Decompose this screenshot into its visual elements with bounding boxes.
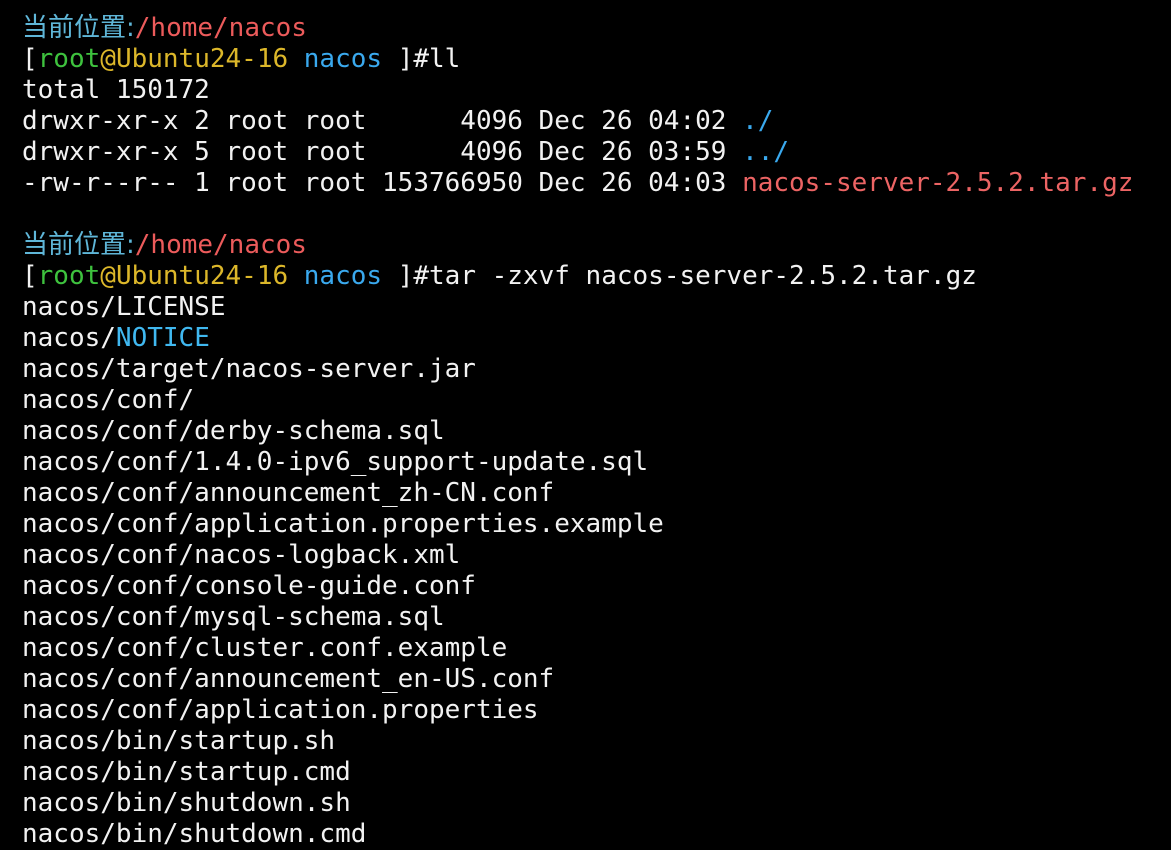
output-line: nacos/conf/cluster.conf.example: [22, 633, 508, 663]
output-line: nacos/conf/application.properties: [22, 695, 539, 725]
command-text: tar -zxvf nacos-server-2.5.2.tar.gz: [429, 261, 977, 291]
prompt-open-bracket: [: [22, 44, 38, 74]
output-line: nacos/conf/mysql-schema.sql: [22, 602, 445, 632]
listing-prefix: drwxr-xr-x 2 root root 4096 Dec 26 04:02: [22, 106, 743, 136]
listing-dir-name: ./: [742, 106, 774, 136]
location-label: 当前位置:: [22, 230, 135, 260]
output-line: nacos/conf/1.4.0-ipv6_support-update.sql: [22, 447, 649, 477]
terminal-window[interactable]: 当前位置:/home/nacos [root@Ubuntu24-16 nacos…: [0, 0, 1171, 850]
output-line: nacos/conf/derby-schema.sql: [22, 416, 445, 446]
location-path: /home/nacos: [134, 13, 307, 43]
location-label: 当前位置:: [22, 13, 135, 43]
output-line: nacos/NOTICE: [22, 323, 1171, 354]
listing-archive-name: nacos-server-2.5.2.tar.gz: [742, 168, 1134, 198]
output-line: nacos/conf/application.properties.exampl…: [22, 509, 664, 539]
prompt-close: ]#: [397, 261, 430, 291]
output-line: nacos/conf/: [22, 385, 195, 415]
listing-row: -rw-r--r-- 1 root root 153766950 Dec 26 …: [22, 168, 1171, 199]
output-prefix: nacos/: [22, 323, 116, 353]
prompt-host: Ubuntu24-16: [115, 44, 289, 74]
output-line: total 150172: [22, 75, 210, 105]
command-text: ll: [429, 44, 461, 74]
prompt-at: @: [100, 44, 116, 74]
prompt-close: ]#: [397, 44, 430, 74]
prompt-user: root: [37, 44, 101, 74]
listing-prefix: drwxr-xr-x 5 root root 4096 Dec 26 03:59: [22, 137, 743, 167]
listing-row: drwxr-xr-x 2 root root 4096 Dec 26 04:02…: [22, 106, 1171, 137]
output-line: nacos/conf/announcement_en-US.conf: [22, 664, 555, 694]
output-line: nacos/conf/console-guide.conf: [22, 571, 476, 601]
output-line: nacos/bin/shutdown.sh: [22, 788, 351, 818]
listing-dir-name: ../: [742, 137, 790, 167]
prompt-line: [root@Ubuntu24-16 nacos ]#ll: [22, 44, 1171, 75]
location-line: 当前位置:/home/nacos: [22, 13, 1171, 44]
prompt-open-bracket: [: [22, 261, 38, 291]
output-line: nacos/bin/startup.sh: [22, 726, 336, 756]
output-line: nacos/conf/nacos-logback.xml: [22, 540, 461, 570]
output-line: nacos/bin/startup.cmd: [22, 757, 351, 787]
output-line: nacos/LICENSE: [22, 292, 226, 322]
listing-row: drwxr-xr-x 5 root root 4096 Dec 26 03:59…: [22, 137, 1171, 168]
listing-prefix: -rw-r--r-- 1 root root 153766950 Dec 26 …: [22, 168, 743, 198]
output-line: nacos/conf/announcement_zh-CN.conf: [22, 478, 555, 508]
prompt-dir: nacos: [288, 261, 398, 291]
output-line: nacos/target/nacos-server.jar: [22, 354, 476, 384]
prompt-line: [root@Ubuntu24-16 nacos ]#tar -zxvf naco…: [22, 261, 1171, 292]
prompt-dir: nacos: [288, 44, 398, 74]
prompt-at: @: [100, 261, 116, 291]
prompt-user: root: [37, 261, 101, 291]
prompt-host: Ubuntu24-16: [115, 261, 289, 291]
output-line: nacos/bin/shutdown.cmd: [22, 819, 367, 849]
location-path: /home/nacos: [134, 230, 307, 260]
output-notice-name: NOTICE: [115, 323, 210, 353]
location-line: 当前位置:/home/nacos: [22, 230, 1171, 261]
